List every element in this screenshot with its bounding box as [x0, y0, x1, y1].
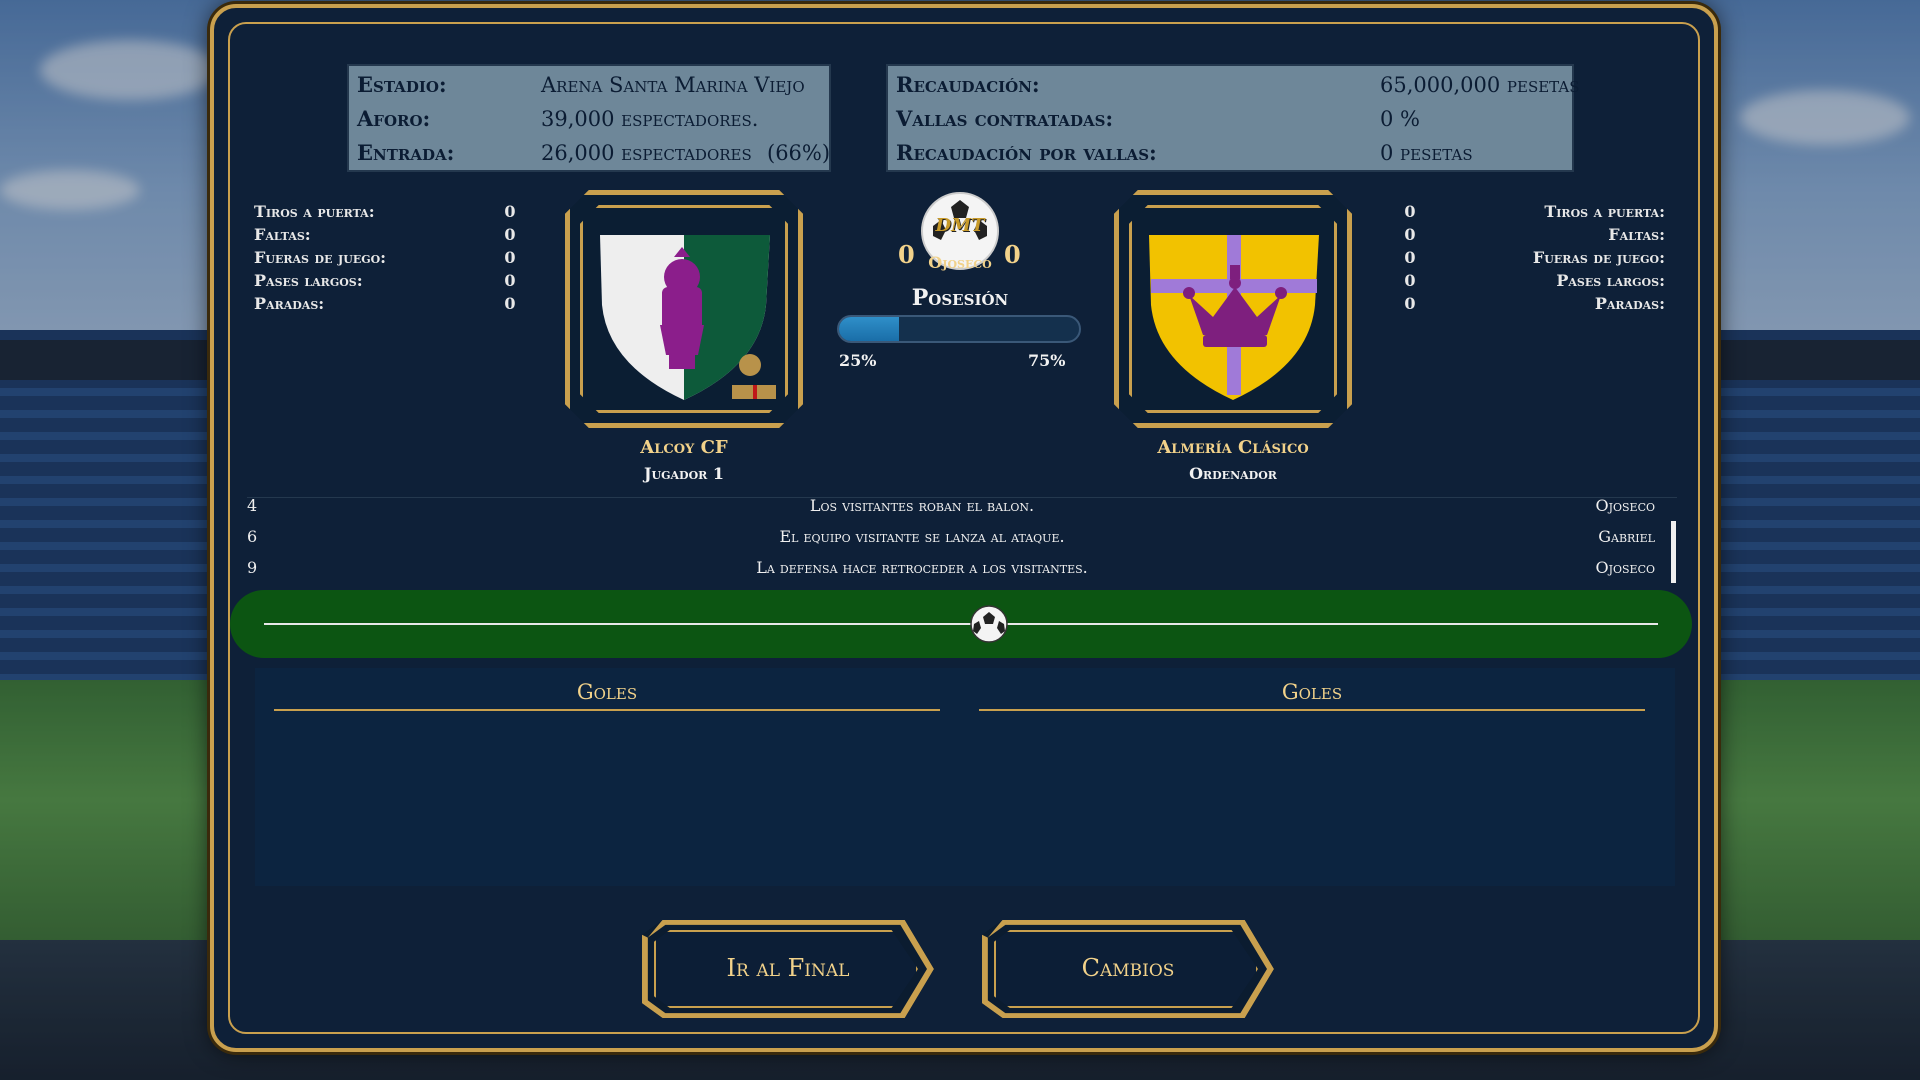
- away-stat-label: Faltas:: [1608, 225, 1665, 244]
- away-stat-value: 0: [1404, 294, 1416, 313]
- away-stat-value: 0: [1404, 248, 1416, 267]
- field-line: [264, 623, 1658, 625]
- commentary-scrollbar[interactable]: [1671, 521, 1676, 583]
- knight-helmet-icon: [600, 235, 776, 400]
- commentary-text: La defensa hace retroceder a los visitan…: [756, 558, 1088, 577]
- home-stat-value: 0: [504, 248, 516, 267]
- skip-to-end-label: Ir al Final: [726, 954, 850, 982]
- attendance-value: 26,000 espectadores: [541, 141, 752, 165]
- revenue-label: Recaudación:: [896, 72, 1040, 97]
- capacity-value: 39,000 espectadores.: [541, 107, 759, 131]
- commentary-text: El equipo visitante se lanza al ataque.: [779, 527, 1065, 546]
- home-possession-label: 25%: [839, 351, 877, 370]
- home-team-controller: Jugador 1: [643, 464, 725, 483]
- commentary-line: 9 La defensa hace retroceder a los visit…: [247, 553, 1667, 583]
- stadium-label: Estadio:: [357, 72, 447, 97]
- referee-name: Ojoseco: [928, 253, 992, 272]
- skip-to-end-button[interactable]: Ir al Final: [642, 920, 934, 1018]
- away-team-name: Almería Clásico: [1157, 437, 1309, 458]
- home-stat-label: Fueras de juego:: [254, 248, 387, 267]
- home-stat-value: 0: [504, 294, 516, 313]
- away-crest: [1114, 190, 1352, 428]
- home-crest: [565, 190, 803, 428]
- possession-bar: [837, 315, 1081, 343]
- home-stat-value: 0: [504, 202, 516, 221]
- dmt-logo-text: DMT: [935, 215, 985, 236]
- away-team-controller: Ordenador: [1189, 464, 1277, 483]
- possession-fill: [839, 317, 899, 341]
- away-stat-label: Paradas:: [1594, 294, 1665, 313]
- possession-title: Posesión: [911, 285, 1009, 311]
- commentary-player: Gabriel: [1598, 527, 1655, 546]
- attendance-pct: (66%): [767, 141, 831, 165]
- home-stat-value: 0: [504, 271, 516, 290]
- home-stat-value: 0: [504, 225, 516, 244]
- away-stat-label: Tiros a puerta:: [1544, 202, 1665, 221]
- substitutions-button[interactable]: Cambios: [982, 920, 1274, 1018]
- home-goals-title: Goles: [576, 680, 638, 704]
- away-stat-label: Pases largos:: [1556, 271, 1665, 290]
- ball-icon: [970, 605, 1008, 643]
- ads-value: 0 %: [1380, 107, 1420, 131]
- substitutions-label: Cambios: [1081, 954, 1175, 982]
- crown-icon: [1149, 235, 1319, 400]
- commentary-player: Ojoseco: [1595, 496, 1655, 515]
- stadium-value: Arena Santa Marina Viejo: [541, 73, 805, 97]
- away-stat-value: 0: [1404, 271, 1416, 290]
- ads-revenue-value: 0 pesetas: [1380, 141, 1473, 165]
- home-team-name: Alcoy CF: [640, 437, 728, 458]
- ads-label: Vallas contratadas:: [896, 106, 1114, 131]
- away-goals-divider: [979, 709, 1645, 711]
- home-stat-label: Faltas:: [254, 225, 311, 244]
- match-field: [230, 590, 1692, 658]
- home-goals-divider: [274, 709, 940, 711]
- away-stat-value: 0: [1404, 202, 1416, 221]
- away-stat-value: 0: [1404, 225, 1416, 244]
- away-goals-title: Goles: [1281, 680, 1343, 704]
- stadium-info-box: Estadio: Arena Santa Marina Viejo Aforo:…: [347, 64, 831, 172]
- commentary-line: 6 El equipo visitante se lanza al ataque…: [247, 522, 1667, 552]
- capacity-label: Aforo:: [357, 106, 431, 131]
- commentary-player: Ojoseco: [1595, 558, 1655, 577]
- commentary-line: 4 Los visitantes roban el balon. Ojoseco: [247, 491, 1667, 521]
- attendance-label: Entrada:: [357, 140, 455, 165]
- revenue-value: 65,000,000 pesetas: [1380, 73, 1580, 97]
- commentary-text: Los visitantes roban el balon.: [809, 496, 1035, 515]
- ads-revenue-label: Recaudación por vallas:: [896, 140, 1157, 165]
- commentary-list[interactable]: 4 Los visitantes roban el balon. Ojoseco…: [247, 496, 1677, 590]
- home-stat-label: Paradas:: [254, 294, 325, 313]
- away-stat-label: Fueras de juego:: [1532, 248, 1665, 267]
- home-stat-label: Tiros a puerta:: [254, 202, 375, 221]
- revenue-info-box: Recaudación: 65,000,000 pesetas Vallas c…: [886, 64, 1579, 172]
- away-possession-label: 75%: [1028, 351, 1066, 370]
- home-stat-label: Pases largos:: [254, 271, 363, 290]
